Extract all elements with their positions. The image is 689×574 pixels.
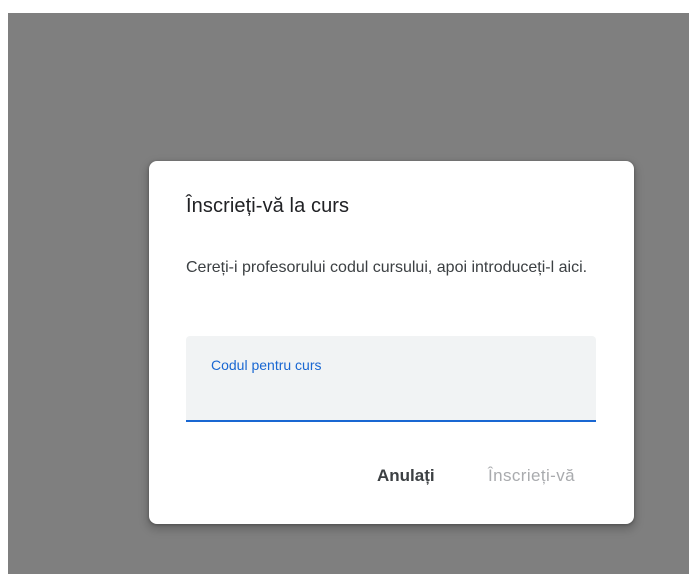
cancel-button[interactable]: Anulați	[377, 466, 435, 486]
class-code-label: Codul pentru curs	[211, 357, 322, 373]
dialog-title: Înscrieți-vă la curs	[186, 195, 350, 217]
class-code-field[interactable]: Codul pentru curs	[186, 336, 596, 422]
join-button[interactable]: Înscrieți-vă	[488, 466, 575, 486]
class-code-input[interactable]	[211, 380, 571, 406]
join-class-dialog: Înscrieți-vă la curs Cereți-i profesorul…	[149, 161, 634, 524]
dialog-description: Cereți-i profesorului codul cursului, ap…	[186, 259, 588, 276]
